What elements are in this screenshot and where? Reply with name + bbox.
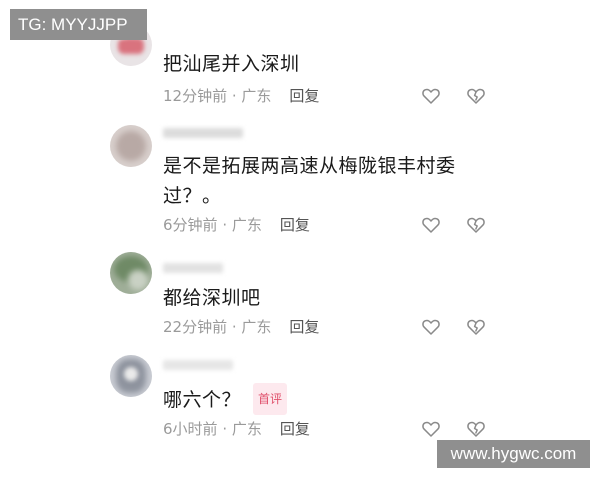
comment-time: 12分钟前 <box>163 87 228 105</box>
comment-time: 6分钟前 <box>163 216 218 234</box>
avatar[interactable] <box>110 252 152 294</box>
reply-button[interactable]: 回复 <box>280 420 310 438</box>
heart-icon[interactable] <box>421 215 441 235</box>
comment-meta: 22分钟前 · 广东 回复 <box>163 318 320 336</box>
comment-meta: 12分钟前 · 广东 回复 <box>163 87 320 105</box>
username-blurred <box>163 263 223 273</box>
comment-meta: 6小时前 · 广东 回复 <box>163 420 310 438</box>
avatar[interactable] <box>110 355 152 397</box>
comment-location: 广东 <box>241 87 272 105</box>
reply-button[interactable]: 回复 <box>289 87 319 105</box>
comment-text: 都给深圳吧 <box>163 287 261 309</box>
comment-meta: 6分钟前 · 广东 回复 <box>163 216 310 234</box>
heart-icon[interactable] <box>421 86 441 106</box>
comment-text: 哪六个？ 首评 <box>163 383 463 415</box>
first-comment-badge: 首评 <box>253 383 288 415</box>
reply-button[interactable]: 回复 <box>280 216 310 234</box>
comment-text: 把汕尾并入深圳 <box>163 53 300 75</box>
watermark-bottom: www.hygwc.com <box>437 440 590 468</box>
comment-time: 6小时前 <box>163 420 218 438</box>
reply-button[interactable]: 回复 <box>289 318 319 336</box>
broken-heart-icon[interactable] <box>466 317 486 337</box>
heart-icon[interactable] <box>421 317 441 337</box>
comment-location: 广东 <box>231 420 262 438</box>
comment-location: 广东 <box>241 318 272 336</box>
broken-heart-icon[interactable] <box>466 215 486 235</box>
broken-heart-icon[interactable] <box>466 419 486 439</box>
avatar[interactable] <box>110 125 152 167</box>
comment-location: 广东 <box>231 216 262 234</box>
comment-text: 是不是拓展两高速从梅陇银丰村委过？。 <box>163 155 456 207</box>
username-blurred <box>163 360 233 370</box>
comment-time: 22分钟前 <box>163 318 228 336</box>
watermark-top: TG: MYYJJPP <box>10 9 147 40</box>
heart-icon[interactable] <box>421 419 441 439</box>
username-blurred <box>163 128 243 138</box>
broken-heart-icon[interactable] <box>466 86 486 106</box>
